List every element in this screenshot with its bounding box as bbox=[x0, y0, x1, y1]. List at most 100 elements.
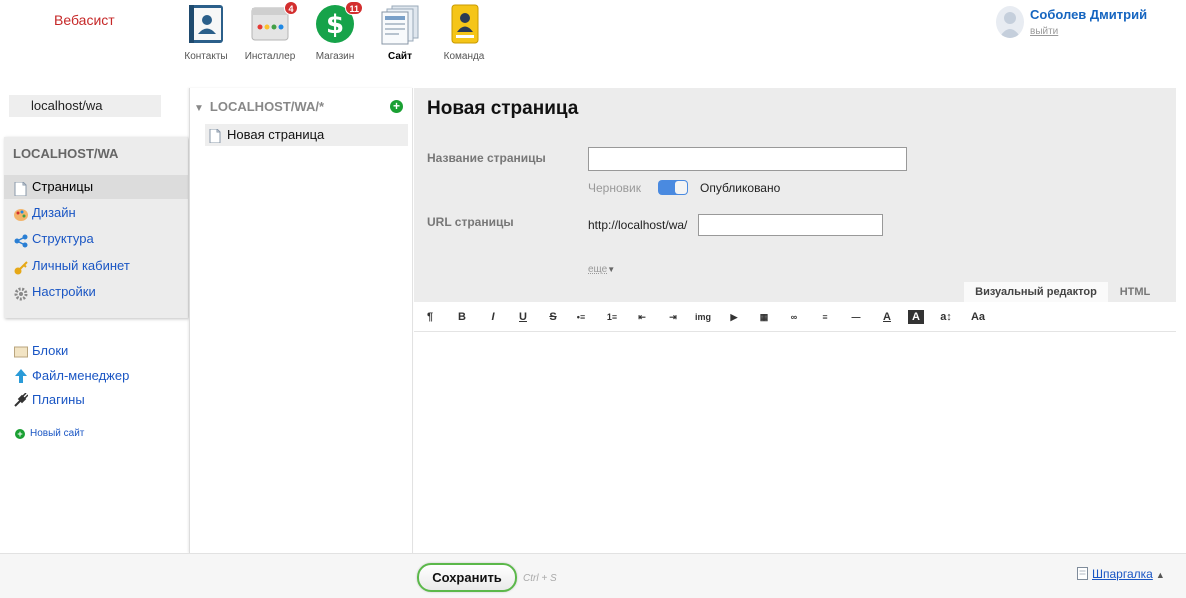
italic-icon[interactable]: I bbox=[485, 310, 501, 324]
back-color-icon[interactable]: A bbox=[908, 310, 924, 324]
avatar[interactable] bbox=[996, 6, 1024, 38]
page-title: Новая страница bbox=[427, 98, 579, 119]
link-icon[interactable]: ∞ bbox=[786, 310, 802, 324]
sidebar-item-label: Дизайн bbox=[32, 205, 76, 220]
structure-icon bbox=[14, 232, 28, 248]
contacts-icon bbox=[186, 3, 226, 45]
save-shortcut-hint: Ctrl + S bbox=[523, 573, 557, 584]
draft-label: Черновик bbox=[588, 181, 641, 195]
numbered-list-icon[interactable]: 1≡ bbox=[604, 310, 620, 324]
more-link[interactable]: еще▼ bbox=[588, 264, 615, 275]
pages-icon bbox=[14, 180, 27, 197]
shop-badge: 11 bbox=[345, 1, 363, 15]
site-title: LOCALHOST/WA bbox=[13, 146, 119, 161]
sidebar-item-settings[interactable]: Настройки bbox=[4, 280, 188, 304]
image-icon[interactable]: img bbox=[695, 310, 711, 324]
domain-selector[interactable]: localhost/wa bbox=[9, 95, 161, 117]
tree-item-page[interactable]: Новая страница bbox=[205, 124, 408, 146]
app-label: Инсталлер bbox=[244, 51, 296, 62]
logout-link[interactable]: выйти bbox=[1030, 26, 1058, 37]
table-icon[interactable]: ▦ bbox=[756, 310, 772, 324]
page-name-label: Название страницы bbox=[427, 151, 546, 165]
sidebar-item-label: Плагины bbox=[32, 392, 85, 407]
bottom-bar bbox=[0, 553, 1186, 598]
format-icon[interactable]: ¶ bbox=[422, 310, 438, 324]
collapse-icon[interactable]: ▼ bbox=[194, 103, 204, 114]
new-site-link[interactable]: + Новый сайт bbox=[15, 428, 84, 439]
sidebar-item-blocks[interactable]: Блоки bbox=[4, 341, 68, 361]
content-editor[interactable] bbox=[414, 332, 1176, 553]
upload-icon bbox=[14, 369, 28, 383]
sidebar-item-label: Структура bbox=[32, 231, 94, 246]
hr-icon[interactable]: — bbox=[848, 310, 864, 324]
shop-icon: $ 11 bbox=[315, 1, 363, 45]
url-prefix: http://localhost/wa/ bbox=[588, 218, 688, 232]
plug-icon bbox=[14, 392, 29, 407]
editor-toolbar: ¶ B I U S •≡ 1≡ ⇤ ⇥ img ▶ ▦ ∞ ≡ — A Aa↕ Aa bbox=[414, 302, 1176, 332]
sidebar-item-pages[interactable]: Страницы bbox=[4, 175, 188, 199]
page-url-input[interactable] bbox=[698, 214, 883, 236]
underline-icon[interactable]: U bbox=[515, 310, 531, 324]
app-contacts[interactable]: Контакты bbox=[174, 3, 238, 62]
sidebar-item-label: Блоки bbox=[32, 343, 69, 358]
palette-icon bbox=[14, 206, 28, 221]
page-name-input[interactable] bbox=[588, 147, 907, 171]
tree-root-label: LOCALHOST/WA/* bbox=[209, 99, 325, 114]
cheatsheet-label: Шпаргалка bbox=[1092, 567, 1153, 581]
tab-visual-editor[interactable]: Визуальный редактор bbox=[964, 282, 1108, 302]
sidebar-item-label: Личный кабинет bbox=[32, 258, 130, 273]
brand-logo[interactable]: Вебасист bbox=[54, 12, 115, 28]
sidebar-item-account[interactable]: Личный кабинет bbox=[4, 254, 188, 278]
font-family-icon[interactable]: Aa bbox=[970, 310, 986, 324]
published-label: Опубликовано bbox=[700, 181, 781, 195]
app-team[interactable]: Команда bbox=[432, 3, 496, 62]
blocks-icon bbox=[14, 344, 28, 358]
strike-icon[interactable]: S bbox=[545, 310, 561, 324]
chevron-down-icon: ▼ bbox=[607, 265, 616, 274]
sidebar-item-label: Страницы bbox=[32, 179, 94, 194]
font-color-icon[interactable]: A bbox=[879, 310, 895, 324]
book-icon bbox=[1077, 567, 1088, 583]
align-icon[interactable]: ≡ bbox=[817, 310, 833, 324]
app-shop[interactable]: $ 11 Магазин bbox=[303, 1, 367, 62]
key-icon bbox=[14, 259, 28, 275]
more-label: еще bbox=[588, 264, 608, 275]
sidebar-item-label: Настройки bbox=[32, 284, 96, 299]
font-size-icon[interactable]: a↕ bbox=[938, 310, 954, 324]
team-icon bbox=[444, 3, 484, 45]
page-icon bbox=[209, 128, 221, 150]
sidebar-item-design[interactable]: Дизайн bbox=[4, 201, 188, 225]
toggle-knob bbox=[675, 181, 687, 194]
caret-up-icon: ▲ bbox=[1155, 570, 1165, 580]
app-installer[interactable]: 4 Инсталлер bbox=[238, 1, 302, 62]
app-label: Сайт bbox=[388, 51, 412, 62]
tree-root[interactable]: ▼ LOCALHOST/WA/* bbox=[194, 99, 324, 114]
gear-icon bbox=[14, 285, 28, 301]
indent-icon[interactable]: ⇥ bbox=[665, 310, 681, 324]
pages-tree-panel bbox=[189, 88, 413, 553]
site-icon bbox=[380, 3, 420, 45]
svg-text:$: $ bbox=[326, 10, 344, 40]
installer-icon: 4 bbox=[250, 1, 298, 45]
tree-item-label: Новая страница bbox=[227, 127, 325, 142]
publish-toggle[interactable] bbox=[658, 180, 688, 195]
sidebar-item-file-manager[interactable]: Файл-менеджер bbox=[4, 366, 129, 386]
bold-icon[interactable]: B bbox=[454, 310, 470, 324]
save-button[interactable]: Сохранить bbox=[417, 563, 517, 592]
tab-html[interactable]: HTML bbox=[1110, 282, 1160, 302]
outdent-icon[interactable]: ⇤ bbox=[634, 310, 650, 324]
app-site[interactable]: Сайт bbox=[368, 3, 432, 62]
sidebar-item-structure[interactable]: Структура bbox=[4, 227, 188, 251]
sidebar-item-label: Файл-менеджер bbox=[32, 368, 130, 383]
installer-badge: 4 bbox=[284, 1, 298, 15]
app-label: Команда bbox=[443, 51, 485, 62]
user-name[interactable]: Соболев Дмитрий bbox=[1030, 7, 1147, 22]
new-site-label: Новый сайт bbox=[30, 428, 85, 439]
sidebar-item-plugins[interactable]: Плагины bbox=[4, 390, 85, 410]
page-url-label: URL страницы bbox=[427, 215, 514, 229]
video-icon[interactable]: ▶ bbox=[726, 310, 742, 324]
add-icon: + bbox=[15, 429, 25, 439]
cheatsheet-link[interactable]: Шпаргалка ▲ bbox=[1077, 567, 1165, 583]
add-page-button[interactable]: + bbox=[390, 100, 403, 113]
bullet-list-icon[interactable]: •≡ bbox=[573, 310, 589, 324]
